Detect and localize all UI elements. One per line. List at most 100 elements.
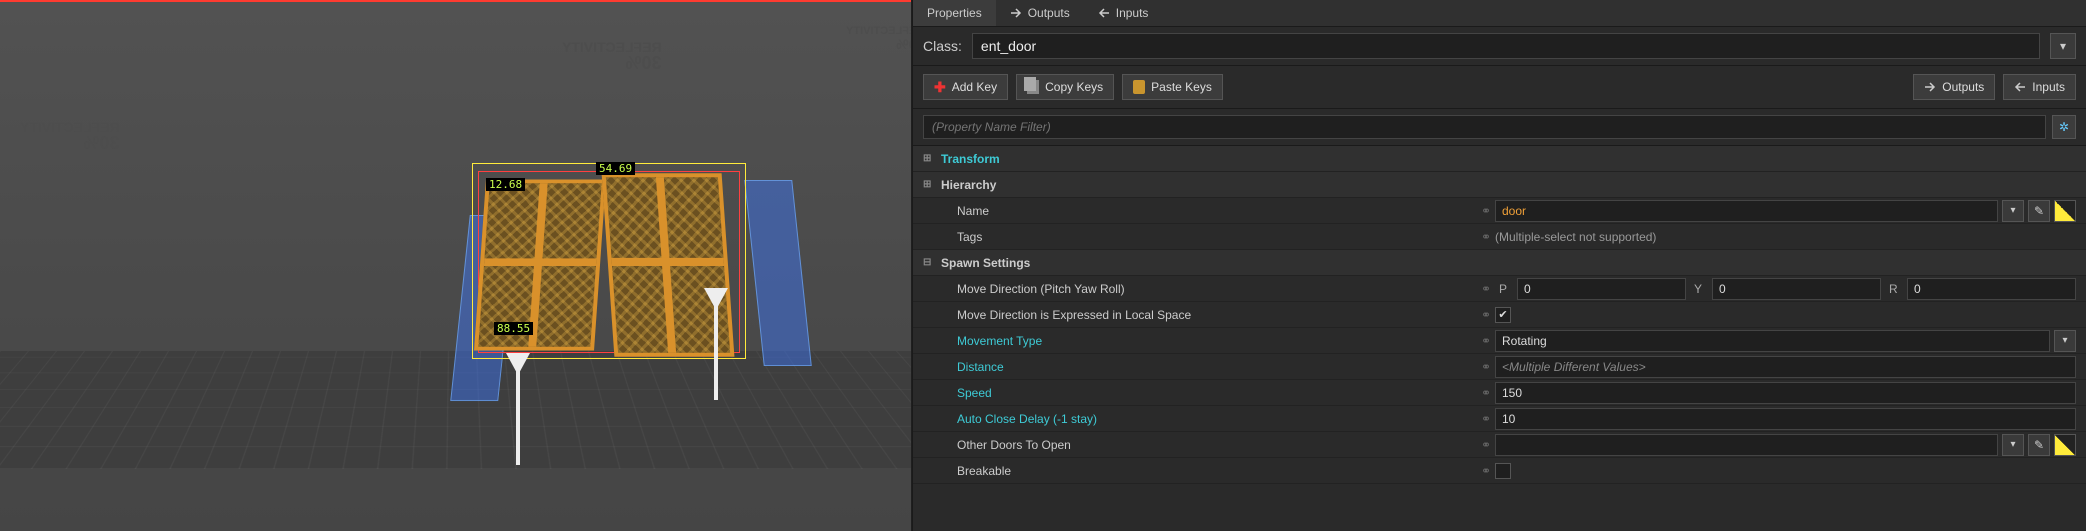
row-movement-type: Movement Type ⚭ ▾ [913, 328, 2086, 354]
expander-icon: ⊞ [923, 179, 937, 190]
copy-icon [1027, 80, 1039, 94]
link-icon[interactable]: ⚭ [1477, 308, 1495, 322]
inputs-button[interactable]: Inputs [2003, 74, 2076, 100]
section-hierarchy[interactable]: ⊞ Hierarchy [913, 172, 2086, 198]
inputs-icon [1098, 7, 1110, 19]
link-icon[interactable]: ⚭ [1477, 438, 1495, 452]
dropdown-button[interactable]: ▾ [2002, 434, 2024, 456]
row-name: Name ⚭ ▾ ✎ [913, 198, 2086, 224]
prop-label: Tags [937, 230, 1477, 244]
dropdown-button[interactable]: ▾ [2054, 330, 2076, 352]
movement-type-select[interactable] [1495, 330, 2050, 352]
key-toolbar: ✚ Add Key Copy Keys Paste Keys Outputs I… [913, 66, 2086, 109]
prop-label: Distance [937, 360, 1477, 374]
tab-properties[interactable]: Properties [913, 0, 996, 26]
row-auto-close-delay: Auto Close Delay (-1 stay) ⚭ [913, 406, 2086, 432]
row-distance: Distance ⚭ [913, 354, 2086, 380]
tab-outputs[interactable]: Outputs [996, 0, 1084, 26]
target-picker-button[interactable] [2054, 200, 2076, 222]
link-icon[interactable]: ⚭ [1477, 360, 1495, 374]
eyedropper-button[interactable]: ✎ [2028, 200, 2050, 222]
dimension-label: 12.68 [486, 178, 525, 191]
section-spawn-settings[interactable]: ⊟ Spawn Settings [913, 250, 2086, 276]
wall-decal: REFLECTIVITY30% [846, 26, 912, 51]
plus-icon: ✚ [934, 79, 946, 96]
section-label: Spawn Settings [937, 256, 1477, 270]
pitch-input[interactable] [1517, 278, 1686, 300]
panel-tabs: Properties Outputs Inputs [913, 0, 2086, 27]
axis-label-y: Y [1690, 282, 1708, 296]
inputs-icon [2014, 81, 2026, 93]
link-icon[interactable]: ⚭ [1477, 282, 1495, 296]
tags-note: (Multiple-select not supported) [1495, 230, 1656, 244]
link-icon[interactable]: ⚭ [1477, 204, 1495, 218]
prop-label: Movement Type [937, 334, 1477, 348]
auto-close-input[interactable] [1495, 408, 2076, 430]
button-label: Inputs [2032, 80, 2065, 94]
paste-icon [1133, 80, 1145, 94]
link-icon[interactable]: ⚭ [1477, 386, 1495, 400]
row-other-doors: Other Doors To Open ⚭ ▾ ✎ [913, 432, 2086, 458]
tab-inputs[interactable]: Inputs [1084, 0, 1163, 26]
target-picker-button[interactable] [2054, 434, 2076, 456]
button-label: Copy Keys [1045, 80, 1103, 94]
gear-icon: ✲ [2059, 120, 2069, 134]
link-icon[interactable]: ⚭ [1477, 230, 1495, 244]
door-hinge-helper-right[interactable] [744, 180, 812, 366]
button-label: Outputs [1942, 80, 1984, 94]
distance-input[interactable] [1495, 356, 2076, 378]
tab-label: Inputs [1116, 6, 1149, 20]
tab-label: Outputs [1028, 6, 1070, 20]
axis-label-p: P [1495, 282, 1513, 296]
speed-input[interactable] [1495, 382, 2076, 404]
breakable-checkbox[interactable] [1495, 463, 1511, 479]
outputs-icon [1924, 81, 1936, 93]
eyedropper-button[interactable]: ✎ [2028, 434, 2050, 456]
prop-label: Move Direction (Pitch Yaw Roll) [937, 282, 1477, 296]
section-label: Hierarchy [937, 178, 1477, 192]
filter-settings-button[interactable]: ✲ [2052, 115, 2076, 139]
link-icon[interactable]: ⚭ [1477, 412, 1495, 426]
dimension-label: 54.69 [596, 162, 635, 175]
link-icon[interactable]: ⚭ [1477, 334, 1495, 348]
outputs-button[interactable]: Outputs [1913, 74, 1995, 100]
section-transform[interactable]: ⊞ Transform [913, 146, 2086, 172]
other-doors-input[interactable] [1495, 434, 1998, 456]
row-local-space: Move Direction is Expressed in Local Spa… [913, 302, 2086, 328]
prop-label: Other Doors To Open [937, 438, 1477, 452]
axis-label-r: R [1885, 282, 1903, 296]
row-breakable: Breakable ⚭ [913, 458, 2086, 484]
class-dropdown[interactable]: ▾ [2050, 33, 2076, 59]
section-label: Transform [937, 152, 1477, 166]
prop-label: Auto Close Delay (-1 stay) [937, 412, 1477, 426]
property-filter-input[interactable] [923, 115, 2046, 139]
row-move-direction: Move Direction (Pitch Yaw Roll) ⚭ P Y R [913, 276, 2086, 302]
add-key-button[interactable]: ✚ Add Key [923, 74, 1008, 100]
viewport-3d[interactable]: REFLECTIVITY30% REFLECTIVITY30% REFLECTI… [0, 0, 912, 531]
property-list: ⊞ Transform ⊞ Hierarchy Name ⚭ ▾ ✎ Tags … [913, 146, 2086, 531]
properties-panel: Properties Outputs Inputs Class: ▾ ✚ Add… [912, 0, 2086, 531]
copy-keys-button[interactable]: Copy Keys [1016, 74, 1114, 100]
class-label: Class: [923, 38, 962, 54]
expander-icon: ⊟ [923, 257, 937, 268]
local-space-checkbox[interactable] [1495, 307, 1511, 323]
yaw-input[interactable] [1712, 278, 1881, 300]
prop-label: Name [937, 204, 1477, 218]
dimension-label: 88.55 [494, 322, 533, 335]
row-speed: Speed ⚭ [913, 380, 2086, 406]
roll-input[interactable] [1907, 278, 2076, 300]
button-label: Paste Keys [1151, 80, 1212, 94]
dropdown-button[interactable]: ▾ [2002, 200, 2024, 222]
prop-label: Speed [937, 386, 1477, 400]
name-input[interactable] [1495, 200, 1998, 222]
expander-icon: ⊞ [923, 153, 937, 164]
filter-row: ✲ [913, 109, 2086, 146]
prop-label: Breakable [937, 464, 1477, 478]
outputs-icon [1010, 7, 1022, 19]
class-row: Class: ▾ [913, 27, 2086, 66]
row-tags: Tags ⚭ (Multiple-select not supported) [913, 224, 2086, 250]
paste-keys-button[interactable]: Paste Keys [1122, 74, 1223, 100]
link-icon[interactable]: ⚭ [1477, 464, 1495, 478]
class-input[interactable] [972, 33, 2040, 59]
wall-decal: REFLECTIVITY30% [20, 120, 120, 152]
